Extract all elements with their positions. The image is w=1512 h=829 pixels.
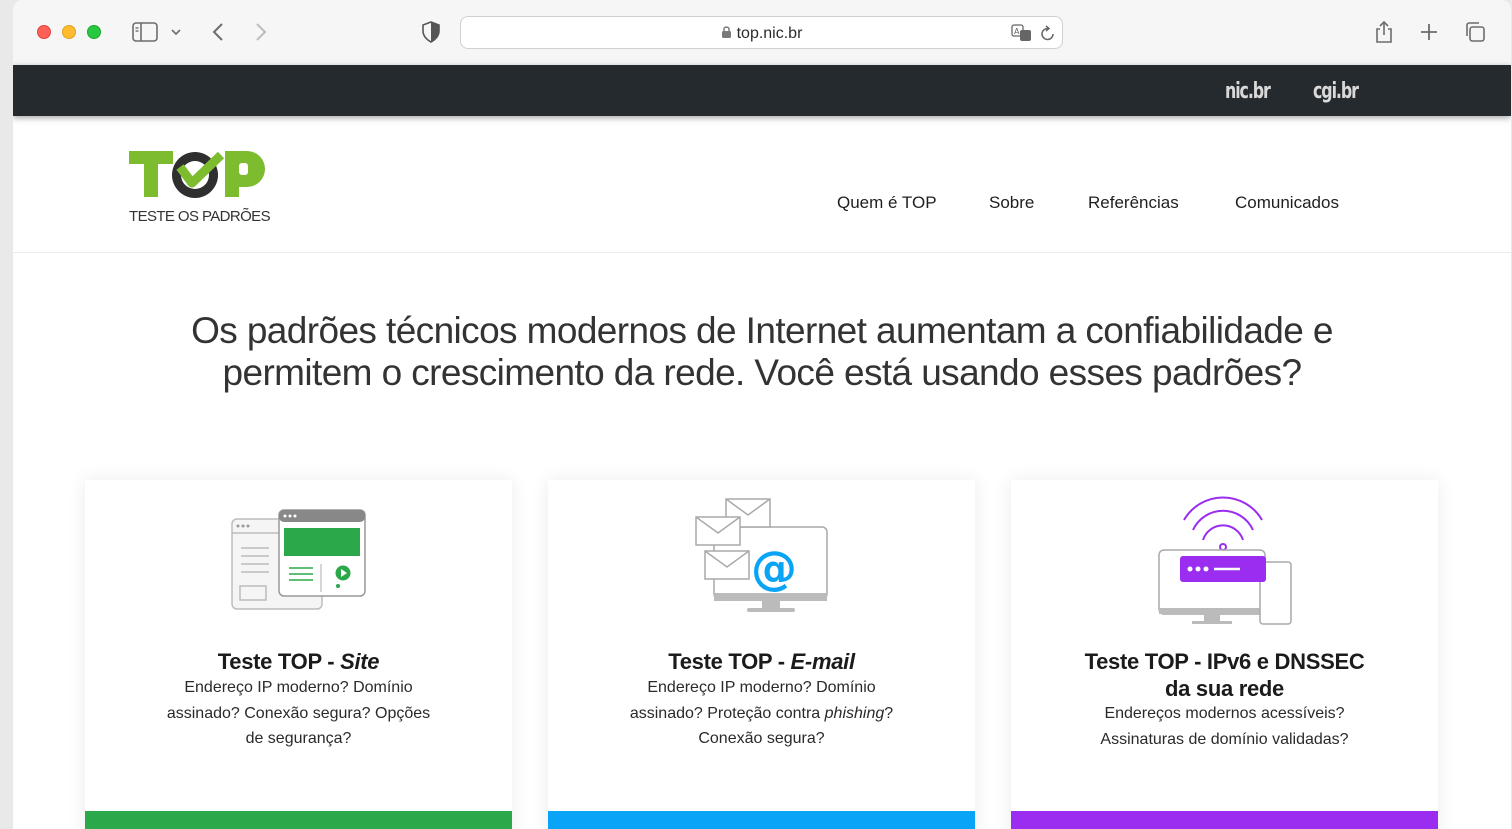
card-teste-email[interactable]: @ Teste TOP - E-mail Endereço IP moderno… xyxy=(548,480,975,829)
card-ipv6-bar[interactable] xyxy=(1011,811,1438,829)
nav-comunicados[interactable]: Comunicados xyxy=(1235,193,1339,213)
nav-referencias[interactable]: Referências xyxy=(1088,193,1179,213)
hero-line-1: Os padrões técnicos modernos de Internet… xyxy=(191,310,1333,351)
svg-text:@: @ xyxy=(751,541,797,595)
card-email-bar[interactable] xyxy=(548,811,975,829)
site-header: TESTE OS PADRÕES Quem é TOP Sobre Referê… xyxy=(13,116,1511,253)
logo-tagline: TESTE OS PADRÕES xyxy=(129,208,271,225)
minimize-window-button[interactable] xyxy=(62,25,76,39)
svg-text:A: A xyxy=(1014,27,1020,36)
router-illustration xyxy=(1011,490,1438,640)
close-window-button[interactable] xyxy=(37,25,51,39)
card-email-description: Endereço IP moderno? Domínio assinado? P… xyxy=(629,679,894,747)
browser-window: top.nic.br A nic.br cgi.br TESTE OS PADR… xyxy=(13,0,1511,829)
card-email-title: Teste TOP - E-mail xyxy=(668,649,855,674)
hero-headline: Os padrões técnicos modernos de Internet… xyxy=(13,310,1511,394)
tab-overview-icon[interactable] xyxy=(1463,20,1487,44)
url-text: top.nic.br xyxy=(736,25,803,42)
nav-sobre[interactable]: Sobre xyxy=(989,193,1034,213)
top-logo[interactable]: TESTE OS PADRÕES xyxy=(129,149,274,227)
nic-br-link[interactable]: nic.br xyxy=(1225,79,1271,104)
institutional-bar: nic.br cgi.br xyxy=(13,65,1511,116)
card-site-description: Endereço IP moderno? Domínio assinado? C… xyxy=(166,679,431,747)
website-illustration xyxy=(85,490,512,640)
translate-icon[interactable]: A xyxy=(1011,24,1033,47)
card-site-bar[interactable] xyxy=(85,811,512,829)
email-illustration: @ xyxy=(548,490,975,640)
chevron-down-icon[interactable] xyxy=(169,20,183,44)
address-bar[interactable]: top.nic.br A xyxy=(460,16,1063,49)
forward-icon[interactable] xyxy=(251,20,271,44)
nav-quem-e-top[interactable]: Quem é TOP xyxy=(837,193,937,213)
card-site-title: Teste TOP - Site xyxy=(217,649,380,674)
browser-toolbar: top.nic.br A xyxy=(13,0,1511,66)
privacy-shield-icon[interactable] xyxy=(421,20,441,44)
card-ipv6-description: Endereços modernos acessíveis? Assinatur… xyxy=(1100,705,1349,748)
reload-icon[interactable] xyxy=(1040,24,1056,47)
lock-icon xyxy=(721,25,732,44)
new-tab-icon[interactable] xyxy=(1418,20,1440,44)
zoom-window-button[interactable] xyxy=(87,25,101,39)
sidebar-toggle-icon[interactable] xyxy=(131,20,159,44)
cgi-br-link[interactable]: cgi.br xyxy=(1313,79,1359,104)
address-url: top.nic.br xyxy=(461,25,1062,44)
card-teste-site[interactable]: Teste TOP - Site Endereço IP moderno? Do… xyxy=(85,480,512,829)
hero-line-2: permitem o crescimento da rede. Você est… xyxy=(222,352,1303,393)
share-icon[interactable] xyxy=(1373,20,1395,44)
card-ipv6-title: Teste TOP - IPv6 e DNSSEC da sua rede xyxy=(1084,649,1365,701)
back-icon[interactable] xyxy=(208,20,228,44)
card-teste-ipv6-dnssec[interactable]: Teste TOP - IPv6 e DNSSEC da sua rede En… xyxy=(1011,480,1438,829)
